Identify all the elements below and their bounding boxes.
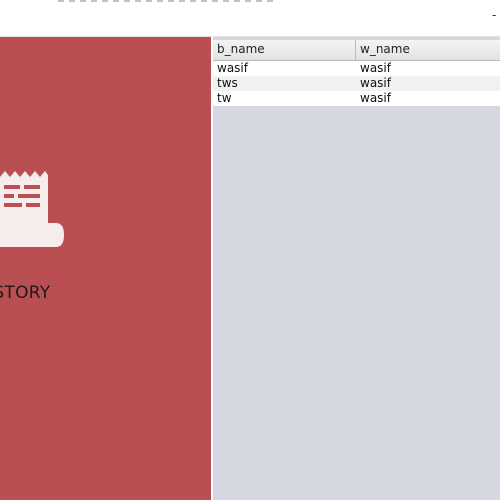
history-side-panel[interactable]: ISTORY: [0, 37, 211, 500]
table-divider: [211, 37, 213, 500]
receipt-icon: [0, 167, 66, 255]
titlebar-text-fragment: [58, 0, 278, 2]
cell-b-name[interactable]: wasif: [213, 61, 356, 76]
minimize-button[interactable]: -: [492, 6, 500, 24]
table-row[interactable]: tws wasif: [213, 76, 500, 91]
history-label: ISTORY: [0, 283, 51, 303]
column-header-b-name[interactable]: b_name: [213, 40, 356, 60]
table-row[interactable]: tw wasif: [213, 91, 500, 106]
cell-w-name[interactable]: wasif: [356, 76, 500, 91]
window-titlebar: -: [0, 0, 500, 37]
cell-w-name[interactable]: wasif: [356, 91, 500, 106]
table-body: wasif wasif tws wasif tw wasif: [213, 61, 500, 106]
table-row[interactable]: wasif wasif: [213, 61, 500, 76]
column-header-w-name[interactable]: w_name: [356, 40, 500, 60]
cell-w-name[interactable]: wasif: [356, 61, 500, 76]
cell-b-name[interactable]: tw: [213, 91, 356, 106]
cell-b-name[interactable]: tws: [213, 76, 356, 91]
table-viewport[interactable]: [211, 37, 500, 500]
table-header: b_name w_name: [213, 40, 500, 61]
